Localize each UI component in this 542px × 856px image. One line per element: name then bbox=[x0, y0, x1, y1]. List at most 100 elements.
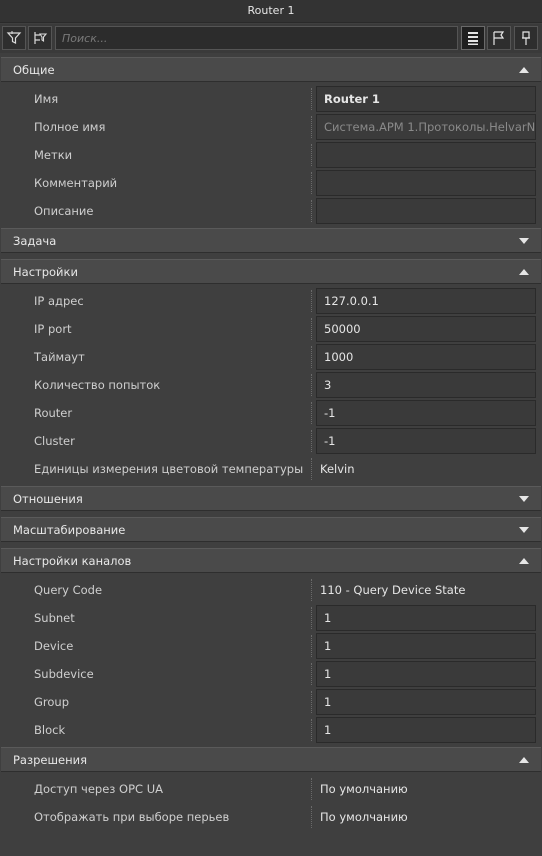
property-row-timeout: Таймаут 1000 bbox=[0, 343, 542, 371]
property-label: Комментарий bbox=[34, 176, 118, 190]
block-field[interactable]: 1 bbox=[316, 717, 536, 743]
section-task-header[interactable]: Задача bbox=[1, 228, 541, 253]
property-label: Имя bbox=[34, 92, 59, 106]
property-label: IP адрес bbox=[34, 294, 84, 308]
section-permissions-header[interactable]: Разрешения bbox=[1, 747, 541, 772]
property-row-retries: Количество попыток 3 bbox=[0, 371, 542, 399]
property-label: Cluster bbox=[34, 434, 75, 448]
property-label: Block bbox=[34, 723, 66, 737]
column-separator bbox=[311, 374, 312, 396]
property-row-comment: Комментарий bbox=[0, 169, 542, 197]
property-row-ip: IP адрес 127.0.0.1 bbox=[0, 287, 542, 315]
column-separator bbox=[311, 691, 312, 713]
section-title: Отношения bbox=[13, 492, 83, 506]
property-label: Описание bbox=[34, 204, 94, 218]
subnet-field[interactable]: 1 bbox=[316, 605, 536, 631]
cluster-field[interactable]: -1 bbox=[316, 428, 536, 454]
tags-field[interactable] bbox=[316, 142, 536, 168]
collapse-arrow-icon[interactable] bbox=[519, 757, 529, 763]
column-separator bbox=[311, 806, 312, 828]
description-field[interactable] bbox=[316, 198, 536, 224]
tree-filter-icon[interactable] bbox=[28, 26, 52, 50]
column-separator bbox=[311, 607, 312, 629]
column-separator bbox=[311, 318, 312, 340]
router-field[interactable]: -1 bbox=[316, 400, 536, 426]
property-label: Query Code bbox=[34, 583, 103, 597]
ip-port-field[interactable]: 50000 bbox=[316, 316, 536, 342]
subdevice-field[interactable]: 1 bbox=[316, 661, 536, 687]
name-field[interactable]: Router 1 bbox=[316, 86, 536, 112]
property-label: Количество попыток bbox=[34, 378, 161, 392]
pin-icon[interactable] bbox=[514, 26, 538, 50]
query-code-dropdown[interactable]: 110 - Query Device State bbox=[320, 576, 465, 604]
column-separator bbox=[311, 402, 312, 424]
pens-display-dropdown[interactable]: По умолчанию bbox=[320, 803, 408, 831]
property-label: Единицы измерения цветовой температуры bbox=[34, 462, 304, 476]
property-row-opcua: Доступ через OPC UA По умолчанию bbox=[0, 775, 542, 803]
section-title: Задача bbox=[13, 234, 57, 248]
property-row-group: Group 1 bbox=[0, 688, 542, 716]
property-row-subnet: Subnet 1 bbox=[0, 604, 542, 632]
ip-address-field[interactable]: 127.0.0.1 bbox=[316, 288, 536, 314]
property-row-fullname: Полное имя Система.АРМ 1.Протоколы.Helva… bbox=[0, 113, 542, 141]
collapse-arrow-icon[interactable] bbox=[519, 558, 529, 564]
fullname-field: Система.АРМ 1.Протоколы.HelvarNet bbox=[316, 114, 536, 140]
property-label: Таймаут bbox=[34, 350, 85, 364]
column-separator bbox=[311, 579, 312, 601]
property-row-name: Имя Router 1 bbox=[0, 85, 542, 113]
column-separator bbox=[311, 116, 312, 138]
property-row-router: Router -1 bbox=[0, 399, 542, 427]
opcua-access-dropdown[interactable]: По умолчанию bbox=[320, 775, 408, 803]
column-separator bbox=[311, 346, 312, 368]
property-row-tags: Метки bbox=[0, 141, 542, 169]
section-title: Масштабирование bbox=[13, 523, 126, 537]
filter-icon[interactable] bbox=[2, 26, 26, 50]
property-row-device: Device 1 bbox=[0, 632, 542, 660]
property-label: Доступ через OPC UA bbox=[34, 782, 163, 796]
property-row-querycode: Query Code 110 - Query Device State bbox=[0, 576, 542, 604]
property-label: Subdevice bbox=[34, 667, 94, 681]
section-general-header[interactable]: Общие bbox=[1, 57, 541, 82]
column-separator bbox=[311, 778, 312, 800]
section-title: Общие bbox=[13, 63, 55, 77]
property-row-description: Описание bbox=[0, 197, 542, 225]
property-row-subdevice: Subdevice 1 bbox=[0, 660, 542, 688]
timeout-field[interactable]: 1000 bbox=[316, 344, 536, 370]
column-separator bbox=[311, 635, 312, 657]
property-label: IP port bbox=[34, 322, 72, 336]
section-settings-header[interactable]: Настройки bbox=[1, 259, 541, 284]
list-view-icon[interactable] bbox=[461, 26, 485, 50]
column-separator bbox=[311, 144, 312, 166]
property-label: Group bbox=[34, 695, 70, 709]
device-field[interactable]: 1 bbox=[316, 633, 536, 659]
property-label: Router bbox=[34, 406, 73, 420]
column-separator bbox=[311, 88, 312, 110]
retries-field[interactable]: 3 bbox=[316, 372, 536, 398]
section-title: Настройки каналов bbox=[13, 554, 132, 568]
section-channels-header[interactable]: Настройки каналов bbox=[1, 548, 541, 573]
collapse-arrow-icon[interactable] bbox=[519, 67, 529, 73]
property-label: Отображать при выборе перьев bbox=[34, 810, 230, 824]
expand-arrow-icon[interactable] bbox=[519, 238, 529, 244]
column-separator bbox=[311, 430, 312, 452]
section-title: Настройки bbox=[13, 265, 78, 279]
column-separator bbox=[311, 172, 312, 194]
flag-icon[interactable] bbox=[487, 26, 511, 50]
expand-arrow-icon[interactable] bbox=[519, 496, 529, 502]
section-relations-header[interactable]: Отношения bbox=[1, 486, 541, 511]
group-field[interactable]: 1 bbox=[316, 689, 536, 715]
property-row-pens: Отображать при выборе перьев По умолчани… bbox=[0, 803, 542, 831]
color-temperature-dropdown[interactable]: Kelvin bbox=[320, 455, 355, 483]
column-separator bbox=[311, 458, 312, 480]
section-scaling-header[interactable]: Масштабирование bbox=[1, 517, 541, 542]
property-row-block: Block 1 bbox=[0, 716, 542, 744]
property-row-port: IP port 50000 bbox=[0, 315, 542, 343]
collapse-arrow-icon[interactable] bbox=[519, 269, 529, 275]
property-row-colortemp: Единицы измерения цветовой температуры K… bbox=[0, 455, 542, 483]
column-separator bbox=[311, 290, 312, 312]
expand-arrow-icon[interactable] bbox=[519, 527, 529, 533]
column-separator bbox=[311, 200, 312, 222]
comment-field[interactable] bbox=[316, 170, 536, 196]
column-separator bbox=[311, 663, 312, 685]
search-input[interactable] bbox=[55, 26, 458, 50]
